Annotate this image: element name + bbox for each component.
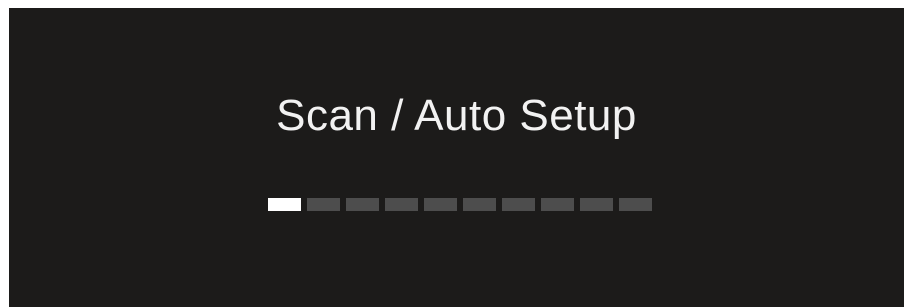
progress-segment xyxy=(346,198,379,211)
progress-segment xyxy=(619,198,652,211)
progress-segment xyxy=(385,198,418,211)
screen-title: Scan / Auto Setup xyxy=(276,91,637,140)
progress-segment xyxy=(268,198,301,211)
progress-segment xyxy=(502,198,535,211)
progress-segment xyxy=(580,198,613,211)
progress-bar xyxy=(268,198,652,211)
progress-segment xyxy=(424,198,457,211)
progress-segment xyxy=(463,198,496,211)
progress-segment xyxy=(541,198,574,211)
scan-screen: Scan / Auto Setup xyxy=(9,8,904,307)
progress-segment xyxy=(307,198,340,211)
